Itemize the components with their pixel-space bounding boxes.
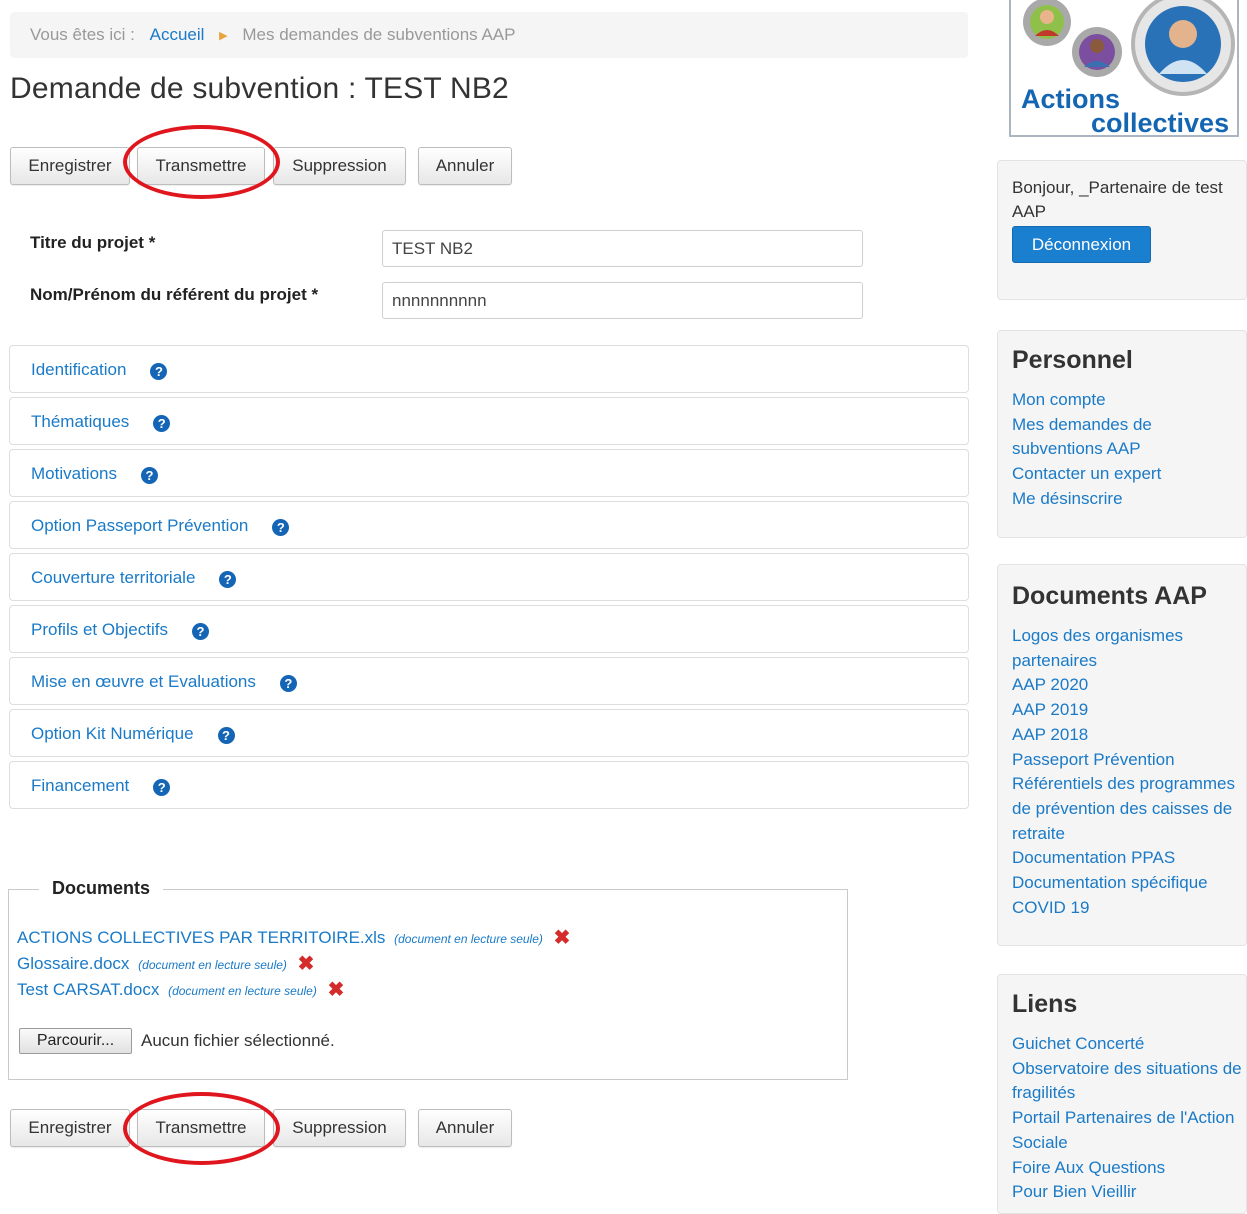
logo-text-collectives: collectives [1091,108,1230,137]
section-label[interactable]: Thématiques? [31,398,171,446]
user-panel: Bonjour, _Partenaire de test AAP Déconne… [997,160,1247,300]
document-item: Glossaire.docx (document en lecture seul… [17,951,314,976]
save-button[interactable]: Enregistrer [10,147,130,185]
breadcrumb: Vous êtes ici : Accueil ▶ Mes demandes d… [10,12,968,58]
help-icon[interactable]: ? [153,415,171,432]
link-mon-compte[interactable]: Mon compte [1012,388,1246,413]
personnel-title: Personnel [1012,346,1133,374]
section-label[interactable]: Profils et Objectifs? [31,606,209,654]
liens-panel: Liens Guichet Concerté Observatoire des … [997,974,1247,1214]
referent-label: Nom/Prénom du référent du projet * [30,285,319,304]
referent-input[interactable]: nnnnnnnnnn [382,282,863,319]
documents-aap-panel: Documents AAP Logos des organismes parte… [997,564,1247,946]
section-profils-objectifs[interactable]: Profils et Objectifs? [9,605,969,653]
help-icon[interactable]: ? [217,727,235,744]
section-kit-numerique[interactable]: Option Kit Numérique? [9,709,969,757]
link-aap-2020[interactable]: AAP 2020 [1012,673,1246,698]
actions-collectives-logo: Actions collectives [1009,0,1239,137]
link-referentiels[interactable]: Référentiels des programmes de préventio… [1012,772,1246,846]
link-documentation-ppas[interactable]: Documentation PPAS [1012,846,1246,871]
link-logos-organismes[interactable]: Logos des organismes partenaires [1012,624,1246,673]
help-icon[interactable]: ? [279,675,297,692]
link-contacter-expert[interactable]: Contacter un expert [1012,462,1246,487]
link-observatoire[interactable]: Observatoire des situations de fragilité… [1012,1057,1246,1106]
section-label[interactable]: Mise en œuvre et Evaluations? [31,658,297,706]
link-guichet-concerte[interactable]: Guichet Concerté [1012,1032,1246,1057]
file-status-text: Aucun fichier sélectionné. [141,1031,335,1050]
link-documentation-covid[interactable]: Documentation spécifique COVID 19 [1012,871,1246,920]
link-desinscrire[interactable]: Me désinscrire [1012,487,1246,512]
transmit-button-bottom[interactable]: Transmettre [137,1109,265,1147]
section-couverture-territoriale[interactable]: Couverture territoriale? [9,553,969,601]
delete-document-icon[interactable]: ✖ [328,979,345,1001]
link-aap-2019[interactable]: AAP 2019 [1012,698,1246,723]
section-passeport-prevention[interactable]: Option Passeport Prévention? [9,501,969,549]
documents-legend: Documents [39,878,164,899]
breadcrumb-prefix: Vous êtes ici : [30,25,135,44]
main-content: Vous êtes ici : Accueil ▶ Mes demandes d… [0,0,980,1196]
cancel-button[interactable]: Annuler [418,147,512,185]
read-only-note: (document en lecture seule) [138,958,287,972]
link-portail-partenaires[interactable]: Portail Partenaires de l'Action Sociale [1012,1106,1246,1155]
document-link[interactable]: ACTIONS COLLECTIVES PAR TERRITOIRE.xls [17,928,385,947]
breadcrumb-separator-icon: ▶ [219,30,228,42]
user-greeting: Bonjour, _Partenaire de test AAP [1012,178,1223,221]
section-label[interactable]: Financement? [31,762,171,810]
help-icon[interactable]: ? [140,467,158,484]
delete-document-icon[interactable]: ✖ [554,927,571,949]
section-financement[interactable]: Financement? [9,761,969,809]
section-label[interactable]: Option Kit Numérique? [31,710,235,758]
help-icon[interactable]: ? [272,519,290,536]
save-button-bottom[interactable]: Enregistrer [10,1109,130,1147]
section-label[interactable]: Motivations? [31,450,158,498]
document-item: ACTIONS COLLECTIVES PAR TERRITOIRE.xls (… [17,925,570,950]
link-faq[interactable]: Foire Aux Questions [1012,1156,1246,1181]
link-passeport-prevention[interactable]: Passeport Prévention [1012,748,1246,773]
delete-button[interactable]: Suppression [273,147,406,185]
section-motivations[interactable]: Motivations? [9,449,969,497]
link-mes-demandes[interactable]: Mes demandes de subventions AAP [1012,413,1246,462]
help-icon[interactable]: ? [219,571,237,588]
cancel-button-bottom[interactable]: Annuler [418,1109,512,1147]
browse-file-button[interactable]: Parcourir... [19,1028,132,1054]
document-item: Test CARSAT.docx (document en lecture se… [17,977,344,1002]
documents-aap-links: Logos des organismes partenaires AAP 202… [1012,624,1246,920]
delete-button-bottom[interactable]: Suppression [273,1109,406,1147]
project-title-input[interactable]: TEST NB2 [382,230,863,267]
help-icon[interactable]: ? [153,779,171,796]
read-only-note: (document en lecture seule) [168,984,317,998]
section-label[interactable]: Couverture territoriale? [31,554,237,602]
personnel-panel: Personnel Mon compte Mes demandes de sub… [997,330,1247,538]
project-title-label: Titre du projet * [30,233,156,252]
documents-fieldset: Documents ACTIONS COLLECTIVES PAR TERRIT… [8,878,848,1080]
documents-aap-title: Documents AAP [1012,582,1207,610]
personnel-links: Mon compte Mes demandes de subventions A… [1012,388,1246,512]
help-icon[interactable]: ? [192,623,209,640]
breadcrumb-home-link[interactable]: Accueil [150,25,205,44]
section-label[interactable]: Option Passeport Prévention? [31,502,290,550]
section-label[interactable]: Identification? [31,346,168,394]
link-pour-bien-vieillir[interactable]: Pour Bien Vieillir [1012,1180,1246,1205]
section-thematiques[interactable]: Thématiques? [9,397,969,445]
link-aap-2018[interactable]: AAP 2018 [1012,723,1246,748]
document-link[interactable]: Test CARSAT.docx [17,980,159,999]
help-icon[interactable]: ? [150,363,168,380]
logout-button[interactable]: Déconnexion [1012,226,1151,263]
breadcrumb-current: Mes demandes de subventions AAP [242,25,516,44]
document-link[interactable]: Glossaire.docx [17,954,129,973]
transmit-button[interactable]: Transmettre [137,147,265,185]
read-only-note: (document en lecture seule) [394,932,543,946]
liens-links: Guichet Concerté Observatoire des situat… [1012,1032,1246,1205]
liens-title: Liens [1012,990,1078,1018]
page-title: Demande de subvention : TEST NB2 [10,72,509,105]
section-mise-en-oeuvre[interactable]: Mise en œuvre et Evaluations? [9,657,969,705]
section-identification[interactable]: Identification? [9,345,969,393]
delete-document-icon[interactable]: ✖ [298,953,315,975]
